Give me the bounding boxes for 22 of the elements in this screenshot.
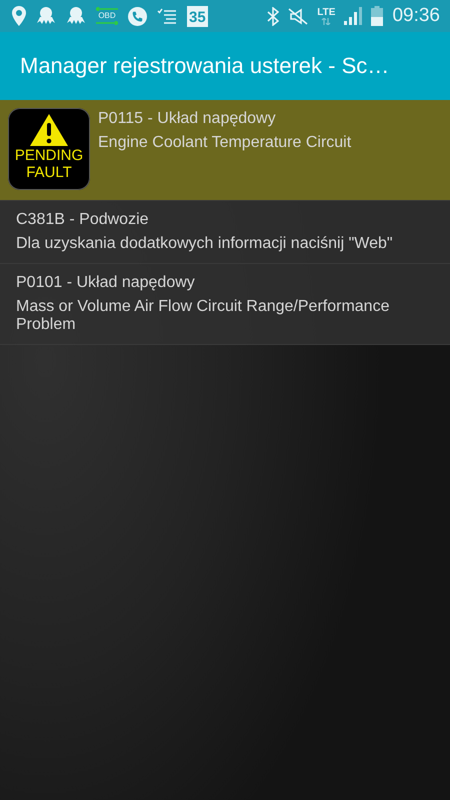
app-title: Manager rejestrowania usterek - Sc… (20, 53, 390, 79)
battery-icon (371, 6, 384, 26)
phone-icon (128, 6, 147, 26)
fault-row[interactable]: C381B - Podwozie Dla uzyskania dodatkowych informacji naciśnij "Web" (0, 201, 450, 264)
fault-description: Engine Coolant Temperature Circuit (98, 134, 352, 152)
bluetooth-icon (267, 6, 280, 26)
location-pin-icon (12, 6, 26, 26)
fault-code: P0101 - Układ napędowy (16, 274, 196, 292)
fault-row[interactable]: P0101 - Układ napędowy Mass or Volume Air Flow Circuit Range/Performance Problem (0, 264, 450, 345)
calendar-icon: 35 (187, 6, 208, 26)
mute-icon (288, 8, 308, 24)
signal-icon (344, 7, 362, 25)
warning-icon (29, 113, 69, 147)
octopus-icon (36, 7, 56, 25)
octopus-icon (66, 7, 86, 25)
fault-code: C381B - Podwozie (16, 211, 150, 229)
clock-time: 09:36 (392, 5, 440, 27)
list-icon (157, 8, 177, 24)
pending-fault-badge: PENDING FAULT (8, 108, 90, 190)
fault-description: Dla uzyskania dodatkowych informacji naciśnij "Web" (16, 235, 393, 253)
fault-code: P0115 - Układ napędowy (98, 110, 277, 128)
fault-description: Mass or Volume Air Flow Circuit Range/Performance Problem (16, 298, 390, 334)
